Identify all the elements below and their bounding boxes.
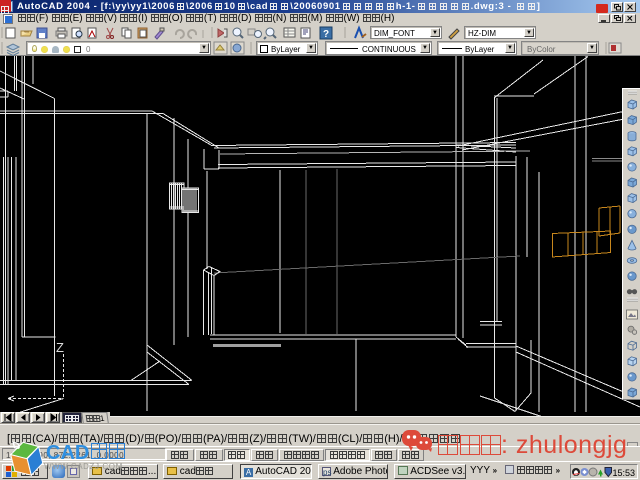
svg-text:?: ? — [323, 29, 329, 40]
svg-text:Z: Z — [56, 340, 64, 355]
